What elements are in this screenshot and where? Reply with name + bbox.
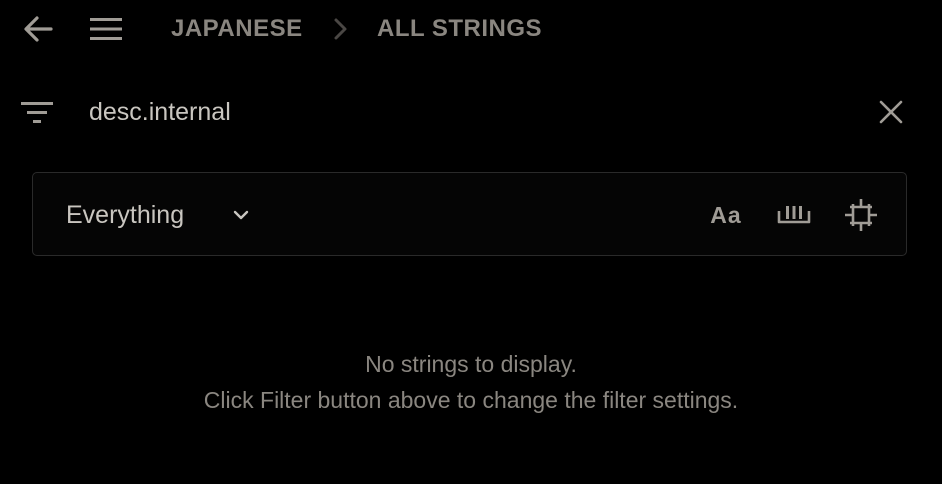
filter-options-panel: Everything Aa [32, 172, 907, 256]
empty-state-title: No strings to display. [365, 351, 577, 377]
back-button[interactable] [16, 9, 60, 49]
match-case-button[interactable]: Aa [703, 192, 749, 238]
hamburger-menu-icon [90, 18, 122, 40]
filter-icon [21, 102, 53, 123]
clear-filter-button[interactable] [870, 92, 912, 132]
whole-word-button[interactable] [771, 192, 817, 238]
filter-button[interactable] [14, 92, 60, 132]
arrow-left-icon [24, 16, 53, 42]
scope-select-value: Everything [66, 201, 185, 229]
empty-state-hint: Click Filter button above to change the … [203, 387, 739, 413]
header-bar: JAPANESE ALL STRINGS [0, 0, 942, 58]
menu-button[interactable] [84, 9, 128, 49]
match-case-icon: Aa [710, 201, 742, 228]
filter-query-text[interactable]: desc.internal [89, 96, 231, 128]
scope-select[interactable]: Everything [53, 191, 263, 239]
chevron-down-icon [233, 210, 249, 220]
chevron-right-icon [334, 18, 347, 40]
close-icon [879, 100, 903, 124]
regex-button[interactable] [838, 192, 884, 238]
selection-frame-icon [845, 199, 877, 231]
breadcrumb-item-all-strings: ALL STRINGS [377, 15, 543, 42]
whole-word-icon [777, 206, 811, 224]
empty-state: No strings to display. Click Filter butt… [0, 346, 942, 418]
breadcrumb-item-language[interactable]: JAPANESE [171, 14, 303, 44]
app-window: JAPANESE ALL STRINGS desc.internal Every… [0, 0, 942, 484]
